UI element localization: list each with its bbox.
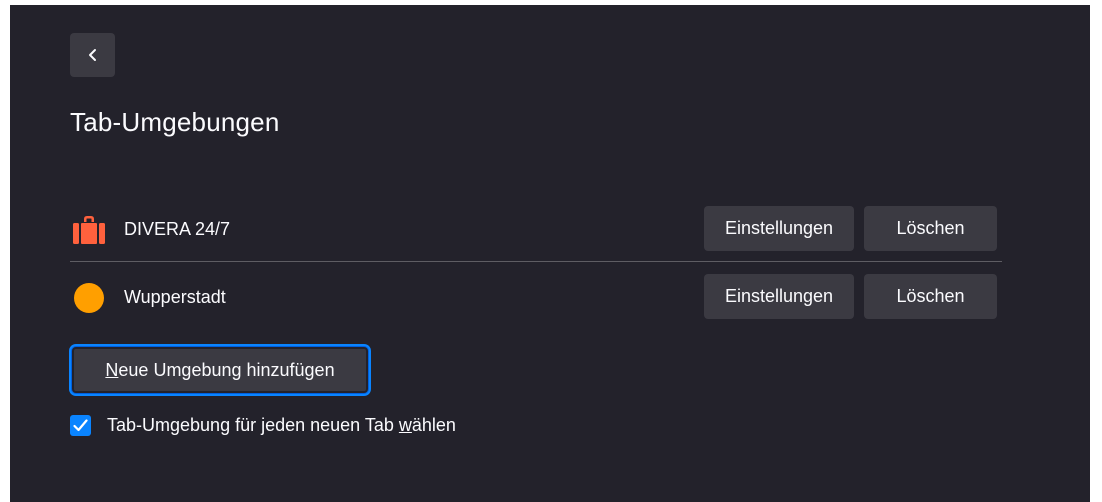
always-ask-label-start: Tab-Umgebung für jeden neuen Tab — [107, 414, 399, 435]
row-divider — [70, 261, 1002, 262]
circle-icon — [74, 283, 104, 313]
delete-button[interactable]: Löschen — [864, 206, 997, 251]
briefcase-icon — [73, 216, 105, 244]
delete-button[interactable]: Löschen — [864, 274, 997, 319]
container-name: DIVERA 24/7 — [124, 219, 231, 239]
settings-button[interactable]: Einstellungen — [704, 274, 854, 319]
add-container-button[interactable]: Neue Umgebung hinzufügen — [72, 347, 368, 393]
chevron-left-icon — [88, 49, 96, 61]
back-button[interactable] — [70, 33, 115, 77]
container-row-divera: DIVERA 24/7 Einstellungen Löschen — [70, 202, 1002, 258]
checkmark-icon — [73, 418, 88, 431]
always-ask-checkbox[interactable] — [70, 414, 91, 436]
container-settings-panel: Tab-Umgebungen DIVERA 24/7 Einstellungen… — [10, 5, 1090, 502]
container-row-wupperstadt: Wupperstadt Einstellungen Löschen — [70, 270, 1002, 326]
settings-button[interactable]: Einstellungen — [704, 206, 854, 251]
always-ask-label-accesskey: w — [398, 414, 412, 435]
always-ask-label-end: ählen — [411, 414, 456, 435]
page-title: Tab-Umgebungen — [70, 107, 280, 137]
add-button-label: eue Umgebung hinzufügen — [118, 359, 335, 380]
always-ask-option: Tab-Umgebung für jeden neuen Tab wählen — [70, 413, 456, 437]
always-ask-label[interactable]: Tab-Umgebung für jeden neuen Tab wählen — [107, 415, 456, 436]
container-name: Wupperstadt — [124, 287, 226, 307]
add-button-accesskey: N — [105, 359, 119, 380]
